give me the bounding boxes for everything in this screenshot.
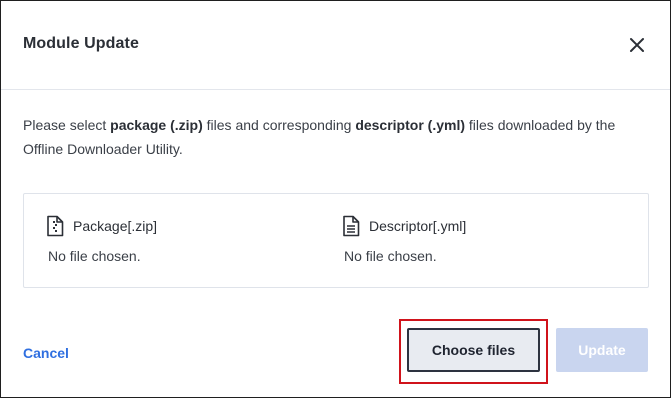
descriptor-file-label: Descriptor[.yml] bbox=[369, 218, 467, 234]
dialog-header: Module Update bbox=[1, 1, 670, 90]
package-file-header: Package[.zip] bbox=[46, 215, 157, 237]
instructions-part-1: Please select bbox=[23, 117, 111, 133]
package-file-status: No file chosen. bbox=[48, 248, 141, 264]
cancel-button[interactable]: Cancel bbox=[23, 345, 69, 361]
package-file-label: Package[.zip] bbox=[73, 218, 158, 234]
choose-files-button[interactable]: Choose files bbox=[407, 328, 540, 372]
close-button[interactable] bbox=[625, 33, 649, 57]
descriptor-file-header: Descriptor[.yml] bbox=[342, 215, 466, 237]
dialog-title: Module Update bbox=[23, 35, 139, 52]
document-file-icon bbox=[343, 215, 360, 237]
descriptor-type-bold: descriptor (.yml) bbox=[355, 117, 466, 133]
descriptor-file-slot: Descriptor[.yml] No file chosen. bbox=[342, 194, 632, 287]
close-icon bbox=[630, 38, 644, 52]
package-type-bold: package (.zip) bbox=[110, 117, 203, 133]
selected-files-panel: Package[.zip] No file chosen. Descriptor… bbox=[23, 193, 649, 288]
descriptor-file-status: No file chosen. bbox=[344, 248, 437, 264]
module-update-dialog: Module Update Please select package (.zi… bbox=[0, 0, 671, 398]
package-file-slot: Package[.zip] No file chosen. bbox=[46, 194, 336, 287]
instructions-text: Please select package (.zip) files and c… bbox=[23, 113, 655, 161]
update-button[interactable]: Update bbox=[556, 328, 648, 372]
instructions-part-2: files and corresponding bbox=[202, 117, 356, 133]
zip-file-icon bbox=[47, 215, 64, 237]
